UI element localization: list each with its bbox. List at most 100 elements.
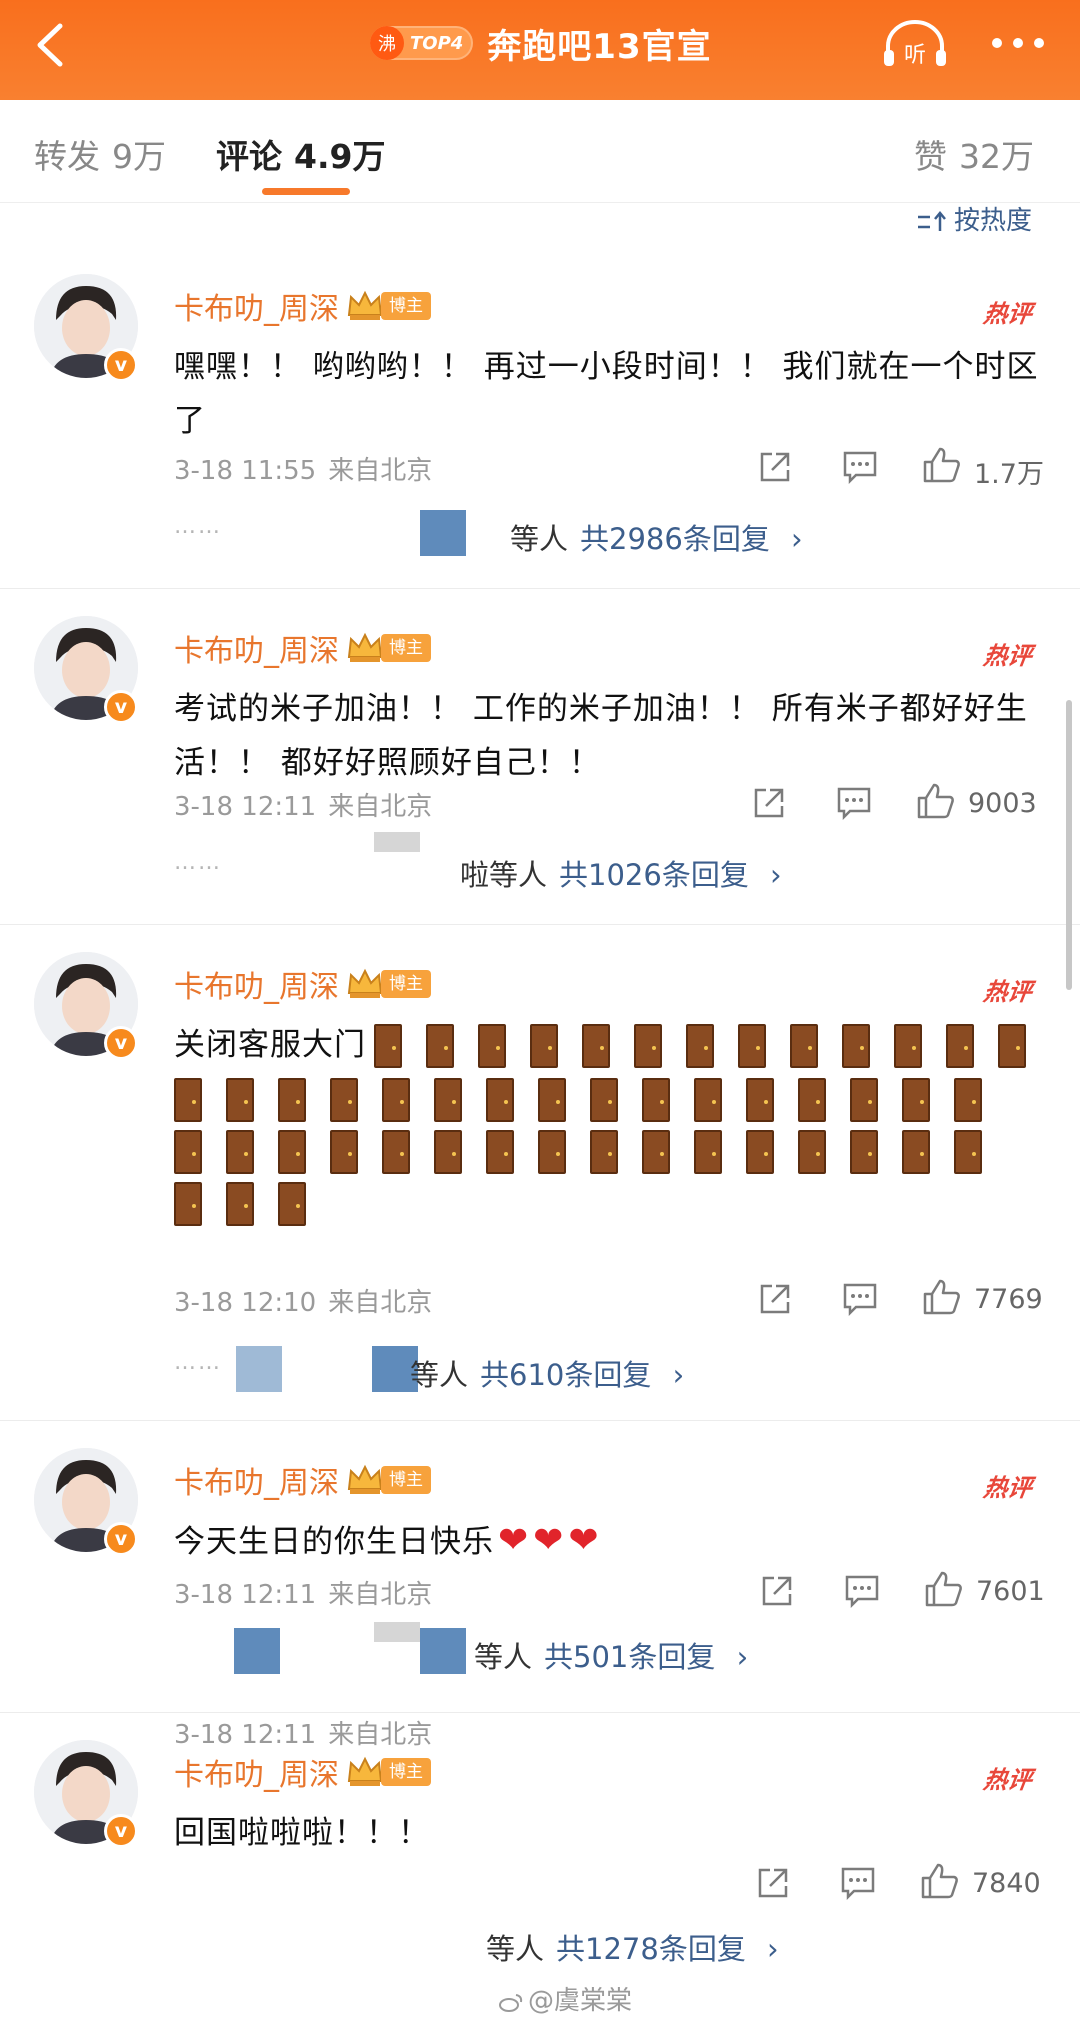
crown-icon: [347, 968, 383, 998]
watermark: @虞棠棠: [498, 1980, 632, 2017]
back-arrow-icon[interactable]: [30, 20, 70, 70]
door-icon: [174, 1182, 202, 1226]
comment-item: v 卡布叻_周深 博主 热评 嘿嘿！！ 哟哟哟！！ 再过一小段时间！！ 我们就在…: [0, 248, 1080, 589]
username[interactable]: 卡布叻_周深: [174, 962, 339, 1006]
thumbs-up-icon[interactable]: [924, 1570, 964, 1608]
hot-comment-tag: 热评: [981, 1766, 1034, 1794]
comment-header: 卡布叻_周深 博主: [174, 962, 431, 1006]
scrollbar[interactable]: [1066, 700, 1072, 990]
sort-toggle[interactable]: 按热度: [916, 200, 1032, 237]
weibo-logo-icon: [499, 1993, 523, 2012]
door-icon: [478, 1024, 506, 1068]
door-icon: [174, 1130, 202, 1174]
reply-count-link[interactable]: 共1278条回复: [556, 1932, 746, 1966]
tab-comment-label: 评论: [216, 137, 282, 176]
verified-badge-icon: v: [104, 1026, 138, 1060]
headphones-icon: 听: [884, 20, 946, 68]
tab-repost-count: 9万: [112, 137, 166, 176]
comment-time: 3-18 12:11: [174, 792, 317, 822]
topic-header[interactable]: 沸 TOP4 奔跑吧13官宣: [370, 18, 712, 68]
comment-meta: 3-18 12:10 来自北京: [174, 1282, 432, 1319]
share-icon[interactable]: [758, 450, 792, 484]
door-icon: [530, 1024, 558, 1068]
comment-text: 今天生日的你生日快乐 ❤ ❤ ❤: [174, 1514, 1054, 1569]
username[interactable]: 卡布叻_周深: [174, 626, 339, 670]
reply-summary[interactable]: …… 等人 共2986条回复 ›: [174, 510, 1054, 556]
reply-count-link[interactable]: 共1026条回复: [559, 858, 749, 892]
role-badge: 博主: [381, 292, 431, 320]
like-count: 9003: [968, 788, 1037, 819]
share-icon[interactable]: [758, 1282, 792, 1316]
thumbs-up-icon[interactable]: [916, 782, 956, 820]
reply-summary[interactable]: 等人 共1278条回复 ›: [174, 1920, 1054, 1966]
share-icon[interactable]: [760, 1574, 794, 1608]
crown-icon: [347, 632, 383, 662]
door-icon: [226, 1182, 254, 1226]
door-icon: [738, 1024, 766, 1068]
share-icon[interactable]: [756, 1866, 790, 1900]
verified-badge-icon: v: [104, 1522, 138, 1556]
username[interactable]: 卡布叻_周深: [174, 1750, 339, 1794]
thumbs-up-icon[interactable]: [920, 1862, 960, 1900]
door-icon: [850, 1078, 878, 1122]
tab-comment[interactable]: 评论 4.9万: [216, 130, 385, 178]
thumbs-up-icon[interactable]: [922, 446, 962, 484]
active-tab-indicator: [262, 188, 350, 195]
comment-icon[interactable]: [840, 1866, 876, 1900]
verified-badge-icon: v: [104, 690, 138, 724]
door-icon: [486, 1130, 514, 1174]
comment-meta: 3-18 12:11 来自北京: [174, 1574, 432, 1611]
reply-summary[interactable]: …… 啦等人 共1026条回复 ›: [174, 832, 1054, 892]
door-icon: [582, 1024, 610, 1068]
heart-icon: ❤: [568, 1520, 600, 1561]
comment-icon[interactable]: [836, 786, 872, 820]
tab-bar: 转发 9万 评论 4.9万 赞 32万: [0, 100, 1080, 203]
reply-count-link[interactable]: 共610条回复: [480, 1358, 651, 1392]
reply-summary[interactable]: …… 等人 共610条回复 ›: [174, 1346, 1054, 1392]
comment-icon[interactable]: [844, 1574, 880, 1608]
username[interactable]: 卡布叻_周深: [174, 284, 339, 328]
redacted-avatar: [420, 510, 466, 556]
comment-header: 卡布叻_周深 博主: [174, 626, 431, 670]
reply-summary-text: 等人 共610条回复 ›: [410, 1358, 685, 1392]
share-icon[interactable]: [752, 786, 786, 820]
door-icon: [798, 1130, 826, 1174]
door-icon: [902, 1078, 930, 1122]
tab-comment-count: 4.9万: [294, 137, 386, 176]
door-icon: [902, 1130, 930, 1174]
reply-summary[interactable]: 等人 共501条回复 ›: [174, 1622, 1054, 1674]
door-icon: [382, 1078, 410, 1122]
role-badge: 博主: [381, 634, 431, 662]
comment-actions: 9003: [752, 780, 1052, 824]
hot-comment-tag: 热评: [981, 642, 1034, 670]
comment-text: 回国啦啦啦！！！: [174, 1815, 430, 1851]
username[interactable]: 卡布叻_周深: [174, 1458, 339, 1502]
comment-icon[interactable]: [842, 450, 878, 484]
comment-meta: 3-18 11:55 来自北京: [174, 450, 432, 487]
thumbs-up-icon[interactable]: [922, 1278, 962, 1316]
door-icon: [954, 1078, 982, 1122]
tab-repost[interactable]: 转发 9万: [34, 130, 166, 178]
redacted-avatar: [374, 1622, 420, 1642]
reply-count-link[interactable]: 共501条回复: [544, 1640, 715, 1674]
tab-like[interactable]: 赞 32万: [914, 130, 1034, 178]
reply-summary-text: 啦等人 共1026条回复 ›: [460, 858, 782, 892]
door-icon: [538, 1130, 566, 1174]
door-icon: [278, 1182, 306, 1226]
like-count: 7840: [972, 1868, 1041, 1899]
comment-icon[interactable]: [842, 1282, 878, 1316]
tab-like-count: 32万: [959, 137, 1034, 176]
door-icon: [538, 1078, 566, 1122]
reply-count-link[interactable]: 共2986条回复: [580, 522, 770, 556]
listen-button[interactable]: 听: [880, 18, 950, 72]
door-icon: [946, 1024, 974, 1068]
reply-dots: ……: [174, 1350, 222, 1375]
comment-time: 3-18 11:55: [174, 456, 317, 486]
comment-time: 3-18 12:11: [174, 1720, 317, 1750]
door-icon: [226, 1130, 254, 1174]
door-icon: [894, 1024, 922, 1068]
door-icon: [998, 1024, 1026, 1068]
more-options-icon[interactable]: [990, 36, 1046, 50]
door-icon: [746, 1078, 774, 1122]
redacted-avatar: [236, 1346, 282, 1392]
